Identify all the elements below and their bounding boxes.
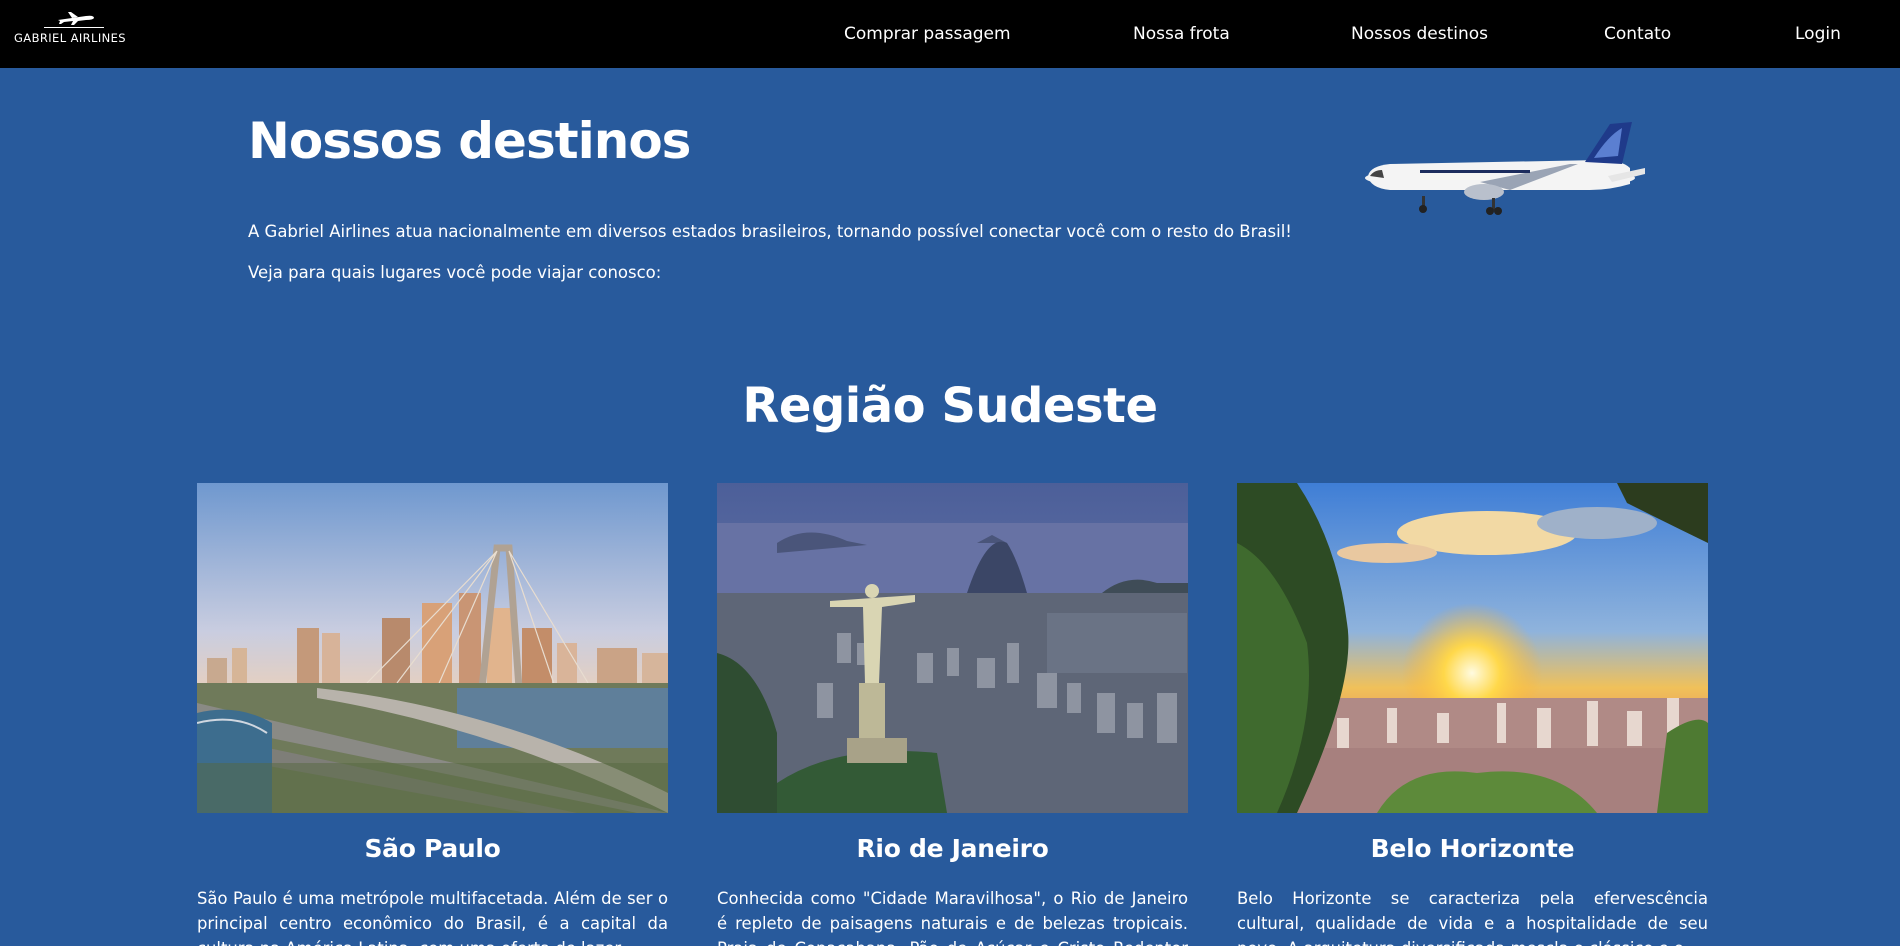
card-title: São Paulo [364,834,501,863]
page-title: Nossos destinos [248,112,691,170]
card-description: Conhecida como "Cidade Maravilhosa", o R… [717,889,1188,946]
nav-login[interactable]: Login [1795,24,1841,44]
airplane-image [1365,122,1645,215]
belo-horizonte-image [1237,483,1708,813]
brand-logo[interactable]: GABRIEL AIRLINES [14,10,134,50]
region-title: Região Sudeste [742,378,1158,434]
card-title: Belo Horizonte [1370,834,1575,863]
rio-de-janeiro-image [717,483,1188,813]
card-description: São Paulo é uma metrópole multifacetada.… [197,889,668,946]
nav-comprar-passagem[interactable]: Comprar passagem [844,24,1011,44]
top-navbar: GABRIEL AIRLINES Comprar passagem Nossa … [0,0,1900,68]
logo-underline [44,27,104,28]
nav-nossos-destinos[interactable]: Nossos destinos [1351,24,1488,44]
intro-text: A Gabriel Airlines atua nacionalmente em… [248,222,1292,241]
nav-contato[interactable]: Contato [1604,24,1671,44]
nav-nossa-frota[interactable]: Nossa frota [1133,24,1230,44]
brand-name: GABRIEL AIRLINES [14,31,126,45]
card-description: Belo Horizonte se caracteriza pela eferv… [1237,889,1708,946]
card-title: Rio de Janeiro [856,834,1049,863]
airplane-logo-icon [58,12,94,25]
intro-subtext: Veja para quais lugares você pode viajar… [248,263,662,282]
sao-paulo-image [197,483,668,813]
